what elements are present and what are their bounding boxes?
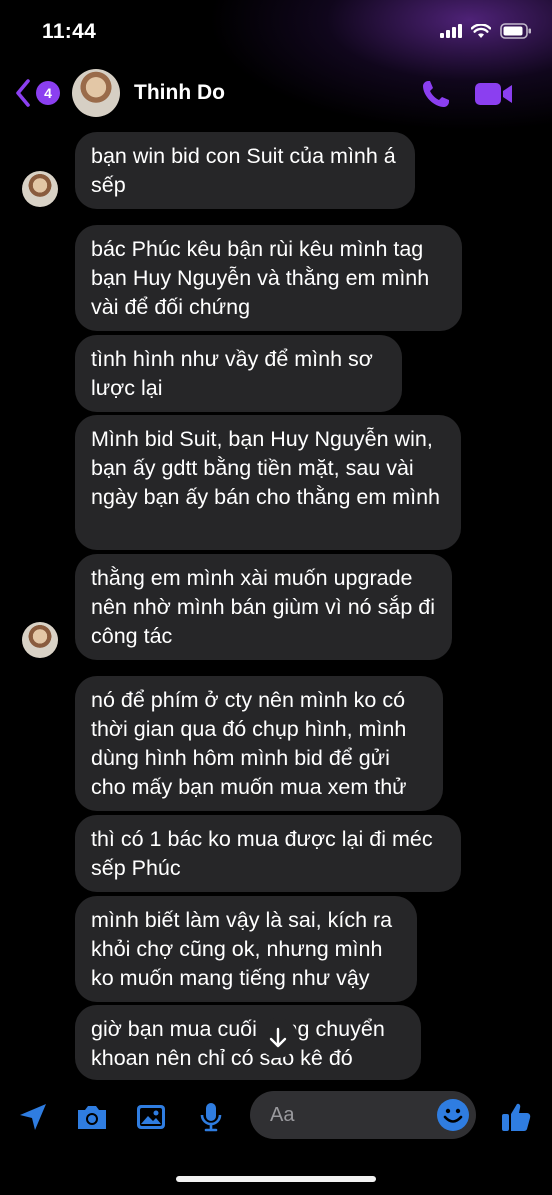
chat-header: 4 Thinh Do — [0, 66, 552, 122]
message-bubble[interactable]: mình biết làm vậy là sai, kích ra khỏi c… — [75, 896, 417, 1002]
message-text: giờ bạn mua cuối cùng chuyển khoan nên c… — [91, 1017, 385, 1070]
signal-icon — [440, 24, 462, 38]
home-indicator — [176, 1176, 376, 1182]
message-text: tình hình như vầy để mình sơ lược lại — [91, 347, 373, 400]
chevron-left-icon — [16, 79, 30, 107]
message-text: thằng em mình xài muốn upgrade nên nhờ m… — [91, 566, 435, 648]
status-icons — [440, 23, 532, 39]
message-bubble[interactable]: bạn win bid con Suit của mình á sếp — [75, 132, 415, 209]
status-time: 11:44 — [42, 20, 97, 43]
message-text: thì có 1 bác ko mua được lại đi méc sếp … — [91, 827, 433, 880]
contact-avatar[interactable] — [72, 69, 120, 117]
message-input-placeholder: Aa — [270, 1103, 295, 1126]
sender-avatar[interactable] — [22, 622, 58, 658]
sender-avatar[interactable] — [22, 171, 58, 207]
phone-icon[interactable] — [420, 78, 452, 110]
message-text: bạn win bid con Suit của mình á sếp — [91, 144, 396, 197]
message-bubble[interactable]: bác Phúc kêu bận rùi kêu mình tag bạn Hu… — [75, 225, 462, 331]
message-text: nó để phím ở cty nên mình ko có thời gia… — [91, 688, 407, 799]
microphone-icon[interactable] — [194, 1100, 228, 1134]
emoji-icon[interactable] — [436, 1098, 470, 1132]
message-bubble[interactable]: thằng em mình xài muốn upgrade nên nhờ m… — [75, 554, 452, 660]
like-icon[interactable] — [499, 1100, 533, 1134]
location-icon[interactable] — [16, 1100, 50, 1134]
contact-name[interactable]: Thinh Do — [134, 81, 225, 105]
wifi-icon — [471, 23, 491, 38]
gallery-icon[interactable] — [134, 1100, 168, 1134]
arrow-down-icon — [269, 1027, 287, 1048]
message-text: mình biết làm vậy là sai, kích ra khỏi c… — [91, 908, 393, 990]
battery-icon — [500, 23, 531, 39]
message-bubble[interactable]: Mình bid Suit, bạn Huy Nguyễn win, bạn ấ… — [75, 415, 461, 550]
message-text: Mình bid Suit, bạn Huy Nguyễn win, bạn ấ… — [91, 427, 441, 509]
video-call-icon[interactable] — [474, 80, 514, 108]
message-bubble[interactable]: thì có 1 bác ko mua được lại đi méc sếp … — [75, 815, 461, 892]
message-text: bác Phúc kêu bận rùi kêu mình tag bạn Hu… — [91, 237, 430, 319]
unread-count-badge: 4 — [36, 81, 60, 105]
message-composer: Aa — [0, 1085, 552, 1155]
message-bubble[interactable]: nó để phím ở cty nên mình ko có thời gia… — [75, 676, 443, 811]
message-bubble[interactable]: giờ bạn mua cuối cùng chuyển khoan nên c… — [75, 1005, 421, 1080]
scroll-to-bottom-button[interactable] — [258, 1018, 298, 1058]
status-bar: 11:44 — [0, 0, 552, 62]
back-button[interactable]: 4 — [14, 76, 62, 110]
message-bubble[interactable]: tình hình như vầy để mình sơ lược lại — [75, 335, 402, 412]
camera-icon[interactable] — [75, 1100, 109, 1134]
